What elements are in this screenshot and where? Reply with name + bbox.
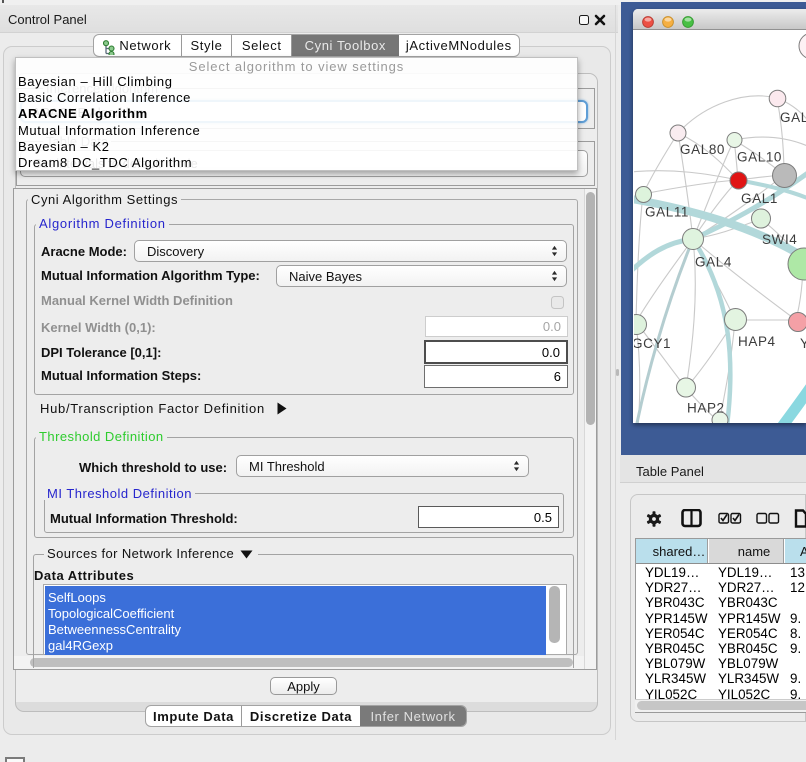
svg-text:SWI4: SWI4 xyxy=(762,232,797,247)
svg-text:GAL10: GAL10 xyxy=(737,150,782,165)
svg-text:GAL7: GAL7 xyxy=(780,110,806,125)
svg-text:GAL4: GAL4 xyxy=(695,255,732,270)
svg-text:GAL1: GAL1 xyxy=(741,191,778,206)
svg-text:GAL80: GAL80 xyxy=(680,142,725,157)
svg-text:HAP4: HAP4 xyxy=(738,334,776,349)
svg-text:GCY1: GCY1 xyxy=(634,336,671,351)
svg-text:GAL11: GAL11 xyxy=(645,205,689,220)
svg-text:HAP2: HAP2 xyxy=(687,401,725,416)
svg-text:YEL: YEL xyxy=(800,336,806,351)
